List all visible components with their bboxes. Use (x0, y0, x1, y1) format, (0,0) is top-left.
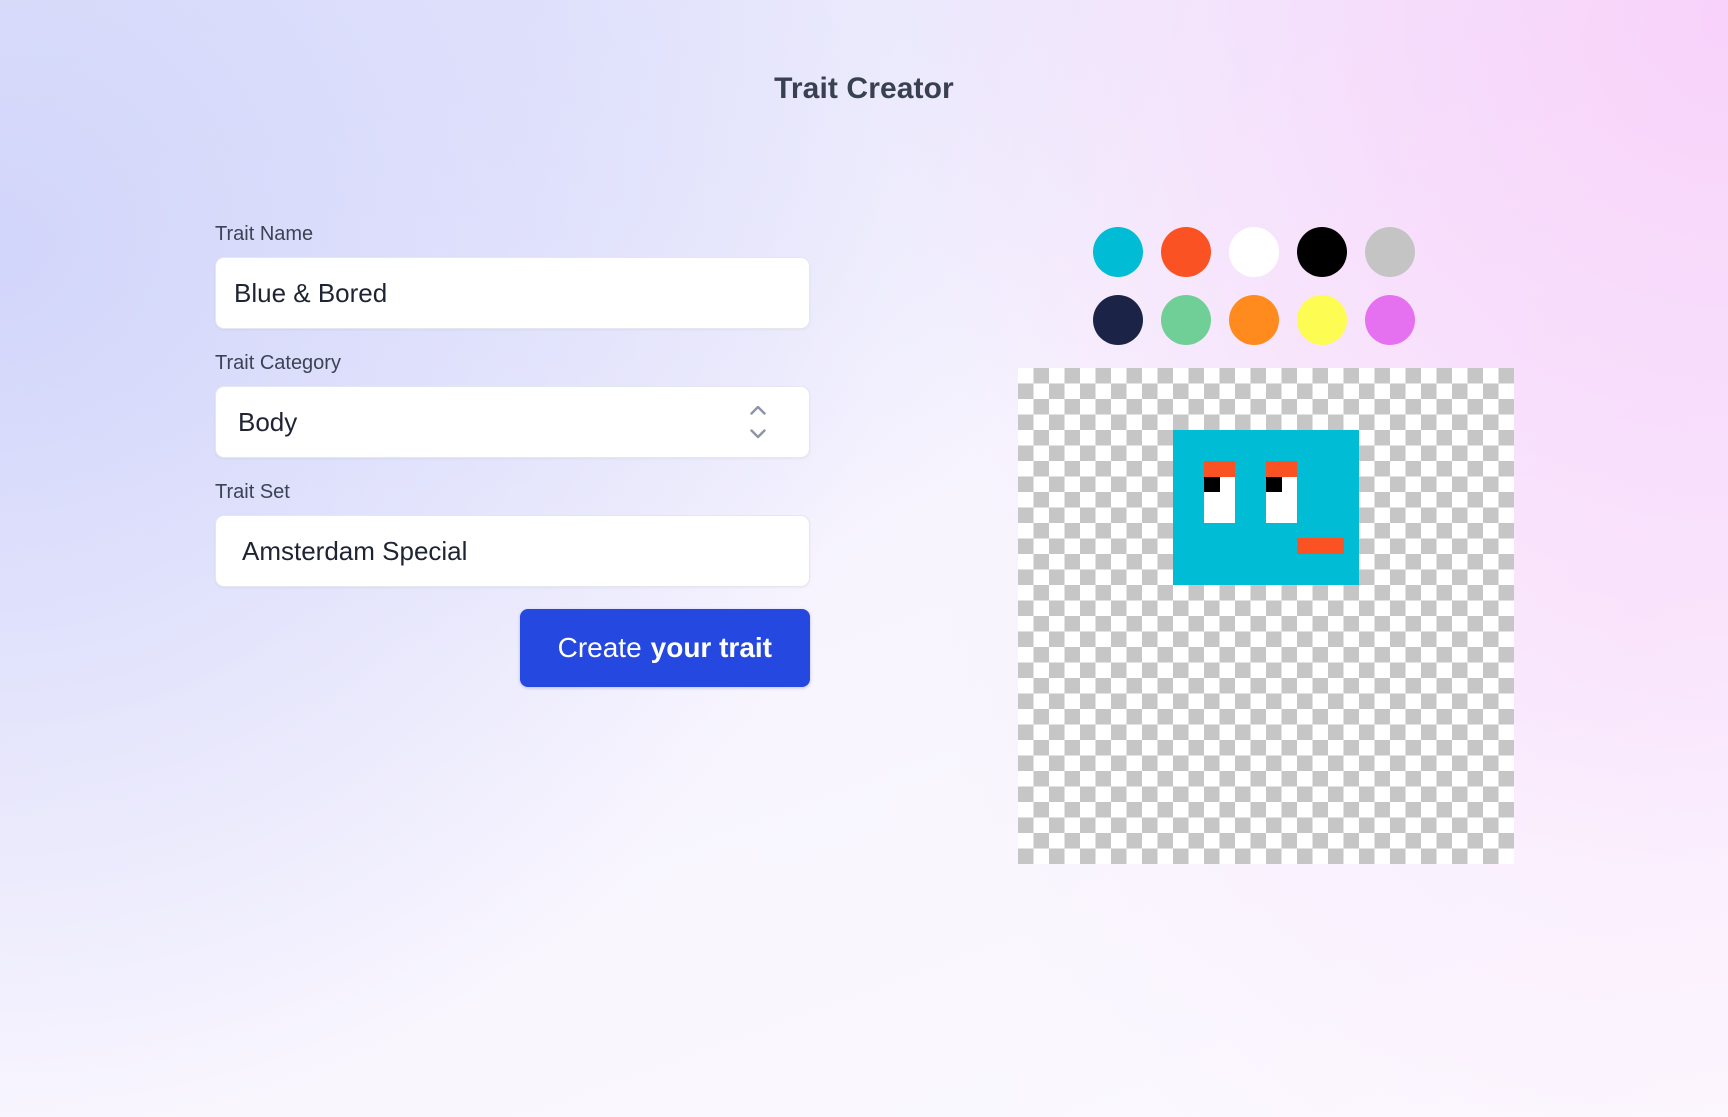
trait-sprite (1173, 430, 1359, 585)
trait-category-selected-value: Body (238, 407, 298, 437)
sprite-left-eye (1204, 461, 1235, 523)
swatch-cell (1288, 286, 1356, 354)
left-eye-pupil (1204, 476, 1220, 492)
swatch-cell (1356, 286, 1424, 354)
swatch-cell (1288, 218, 1356, 286)
color-swatch-orange-red[interactable] (1161, 227, 1211, 277)
swatch-cell (1220, 286, 1288, 354)
swatch-cell (1084, 286, 1152, 354)
trait-preview-canvas[interactable] (1018, 368, 1514, 864)
create-trait-button[interactable]: Create your trait (519, 609, 810, 687)
color-swatch-yellow[interactable] (1297, 295, 1347, 345)
trait-form: Trait Name Trait Category Body Trait Set (215, 222, 810, 687)
swatch-cell (1152, 286, 1220, 354)
sprite-right-eye (1266, 461, 1297, 523)
color-swatch-green[interactable] (1161, 295, 1211, 345)
color-swatch-navy[interactable] (1093, 295, 1143, 345)
preview-panel (1018, 218, 1514, 864)
color-palette (1084, 218, 1514, 354)
trait-set-input-wrapper[interactable] (215, 515, 810, 587)
trait-category-label: Trait Category (215, 352, 341, 374)
trait-name-field: Trait Name (215, 222, 810, 329)
trait-set-field: Trait Set (215, 480, 810, 587)
swatch-cell (1220, 218, 1288, 286)
trait-set-label: Trait Set (215, 481, 290, 503)
color-swatch-black[interactable] (1297, 227, 1347, 277)
right-eye-pupil (1266, 476, 1282, 492)
right-eye-brow (1266, 461, 1297, 477)
trait-name-input-wrapper[interactable] (215, 257, 810, 329)
color-swatch-gray[interactable] (1365, 227, 1415, 277)
trait-name-input[interactable] (216, 277, 809, 309)
trait-category-select[interactable]: Body (215, 386, 810, 458)
swatch-cell (1084, 218, 1152, 286)
submit-row: Create your trait (215, 609, 810, 687)
swatch-cell (1152, 218, 1220, 286)
color-swatch-cyan[interactable] (1093, 227, 1143, 277)
page-title: Trait Creator (774, 72, 954, 105)
create-trait-button-label-bold: your trait (650, 632, 772, 663)
left-eye-brow (1204, 461, 1235, 477)
chevron-up-down-icon (749, 404, 767, 440)
trait-set-input[interactable] (216, 535, 809, 567)
sprite-mouth (1297, 538, 1344, 554)
color-swatch-white[interactable] (1229, 227, 1279, 277)
trait-category-field: Trait Category Body (215, 351, 810, 458)
color-swatch-magenta[interactable] (1365, 295, 1415, 345)
swatch-cell (1356, 218, 1424, 286)
color-swatch-orange[interactable] (1229, 295, 1279, 345)
trait-name-label: Trait Name (215, 223, 314, 245)
create-trait-button-label-regular: Create (557, 632, 642, 663)
